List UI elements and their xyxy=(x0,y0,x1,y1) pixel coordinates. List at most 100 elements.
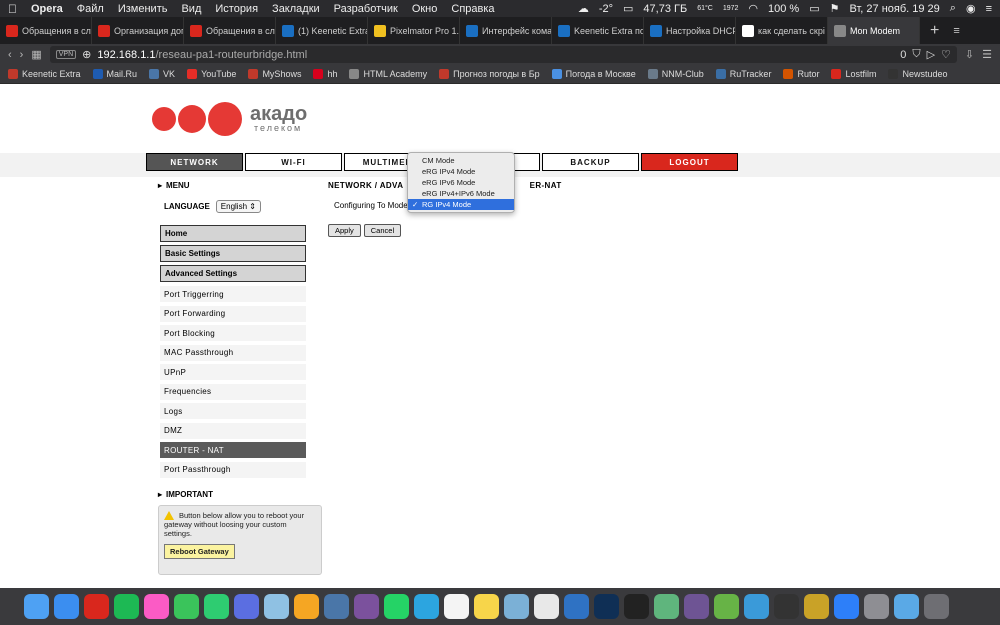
list-icon[interactable]: ≡ xyxy=(986,3,992,15)
wifi-icon[interactable]: ◠ xyxy=(748,2,758,15)
forward-icon[interactable]: › xyxy=(20,49,24,61)
download-icon[interactable]: ⇩ xyxy=(965,48,974,61)
nav-network[interactable]: NETWORK xyxy=(146,153,243,171)
vpn-badge[interactable]: VPN xyxy=(55,50,77,59)
menu-developer[interactable]: Разработчик xyxy=(334,3,398,15)
bookmark-item[interactable]: NNM-Club xyxy=(647,69,704,79)
weather-icon[interactable]: ☁ xyxy=(578,2,589,15)
menu-file[interactable]: Файл xyxy=(77,3,104,15)
textedit-icon[interactable] xyxy=(534,594,559,619)
nav-backup[interactable]: BACKUP xyxy=(542,153,639,171)
menu-help[interactable]: Справка xyxy=(451,3,494,15)
nav-logout[interactable]: LOGOUT xyxy=(641,153,738,171)
browser-tab[interactable]: Обращения в слу xyxy=(0,17,92,44)
settings-icon[interactable]: ☰ xyxy=(982,48,992,61)
launchpad-icon[interactable] xyxy=(234,594,259,619)
terminal-icon[interactable] xyxy=(624,594,649,619)
bookmark-item[interactable]: Keenetic Extra xyxy=(8,69,81,79)
keynote-icon[interactable] xyxy=(564,594,589,619)
send-icon[interactable]: ▷ xyxy=(927,48,935,61)
browser-tab[interactable]: Организация доп xyxy=(92,17,184,44)
flag-icon[interactable]: ⚑ xyxy=(830,2,840,15)
safari-icon[interactable] xyxy=(54,594,79,619)
facetime-icon[interactable] xyxy=(174,594,199,619)
finder-icon[interactable] xyxy=(24,594,49,619)
new-tab-icon[interactable]: + xyxy=(930,22,939,40)
browser-tab[interactable]: Keenetic Extra по xyxy=(552,17,644,44)
folder-icon[interactable] xyxy=(894,594,919,619)
bookmark-item[interactable]: Newstudeo xyxy=(888,69,948,79)
maps-icon[interactable] xyxy=(264,594,289,619)
bookmark-item[interactable]: YouTube xyxy=(187,69,236,79)
vk-icon[interactable] xyxy=(324,594,349,619)
browser-tab[interactable]: как сделать скрі xyxy=(736,17,828,44)
bookmark-item[interactable]: Погода в Москве xyxy=(551,69,636,79)
shield-icon[interactable]: ⛉ xyxy=(912,48,920,61)
bookmark-item[interactable]: Lostfilm xyxy=(831,69,876,79)
preview-icon[interactable] xyxy=(504,594,529,619)
sidebar-item[interactable]: Port Triggerring xyxy=(160,286,306,302)
battery-icon[interactable]: ▭ xyxy=(809,2,819,15)
bookmark-item[interactable]: HTML Academy xyxy=(349,69,427,79)
sidebar-item[interactable]: ROUTER - NAT xyxy=(160,442,306,458)
bookmark-item[interactable]: MyShows xyxy=(248,69,301,79)
sidebar-item[interactable]: DMZ xyxy=(160,422,306,439)
sidebar-basic-settings[interactable]: Basic Settings xyxy=(160,245,306,262)
menu-bookmarks[interactable]: Закладки xyxy=(272,3,320,15)
nav-wifi[interactable]: WI-FI xyxy=(245,153,342,171)
sidebar-home[interactable]: Home xyxy=(160,225,306,242)
trash-icon[interactable] xyxy=(924,594,949,619)
search-icon[interactable]: ⌕ xyxy=(950,2,956,15)
bookmark-item[interactable]: Прогноз погоды в Бр xyxy=(439,69,540,79)
language-select[interactable]: English ⇕ xyxy=(215,200,261,213)
utorrent-icon[interactable] xyxy=(714,594,739,619)
sidebar-item[interactable]: Port Forwarding xyxy=(160,305,306,322)
preferences-icon[interactable] xyxy=(864,594,889,619)
github-icon[interactable] xyxy=(684,594,709,619)
sidebar-item[interactable]: UPnP xyxy=(160,364,306,380)
disk-icon[interactable] xyxy=(804,594,829,619)
bookmark-item[interactable]: Mail.Ru xyxy=(92,69,137,79)
apple-icon[interactable]:  xyxy=(8,2,17,16)
browser-tab[interactable]: Обращения в слу xyxy=(184,17,276,44)
dropdown-option[interactable]: eRG IPv4 Mode xyxy=(408,166,514,177)
menu-view[interactable]: Вид xyxy=(181,3,201,15)
whatsapp-icon[interactable] xyxy=(384,594,409,619)
menu-window[interactable]: Окно xyxy=(412,3,438,15)
calendar-icon[interactable] xyxy=(444,594,469,619)
messages-icon[interactable] xyxy=(204,594,229,619)
bookmark-item[interactable]: hh xyxy=(313,69,337,79)
itunes-icon[interactable] xyxy=(144,594,169,619)
avatar[interactable]: ◉ xyxy=(966,2,976,15)
heart-icon[interactable]: ♡ xyxy=(941,48,951,61)
sidebar-item[interactable]: Port Blocking xyxy=(160,325,306,341)
url-field[interactable]: VPN ⊕ 192.168.1.1/reseau-pa1-routeurbrid… xyxy=(49,46,957,63)
bookmark-item[interactable]: Rutor xyxy=(783,69,819,79)
sidebar-item[interactable]: Frequencies xyxy=(160,383,306,400)
viber-icon[interactable] xyxy=(354,594,379,619)
browser-tab[interactable]: Mon Modem xyxy=(828,17,920,44)
atom-icon[interactable] xyxy=(654,594,679,619)
sidebar-item[interactable]: MAC Passthrough xyxy=(160,344,306,361)
photoshop-icon[interactable] xyxy=(594,594,619,619)
storage-icon[interactable]: ▭ xyxy=(623,2,633,15)
opera-icon[interactable] xyxy=(84,594,109,619)
photos-icon[interactable] xyxy=(294,594,319,619)
browser-tab[interactable]: Настройка DHCP xyxy=(644,17,736,44)
cancel-button[interactable]: Cancel xyxy=(363,224,402,237)
reboot-gateway-button[interactable]: Reboot Gateway xyxy=(164,543,235,560)
activity-icon[interactable] xyxy=(774,594,799,619)
spotify-icon[interactable] xyxy=(114,594,139,619)
browser-tab[interactable]: Интерфейс кома xyxy=(460,17,552,44)
dropdown-option[interactable]: eRG IPv6 Mode xyxy=(408,177,514,188)
sidebar-item[interactable]: Logs xyxy=(160,403,306,419)
files-icon[interactable] xyxy=(744,594,769,619)
appstore-icon[interactable] xyxy=(834,594,859,619)
tabs-grid-icon[interactable]: ▦ xyxy=(31,48,41,61)
apply-button[interactable]: Apply xyxy=(328,224,361,237)
datetime[interactable]: Вт, 27 нояб. 19 29 xyxy=(850,3,940,15)
bookmark-item[interactable]: RuTracker xyxy=(715,69,771,79)
menu-edit[interactable]: Изменить xyxy=(118,3,168,15)
notes-icon[interactable] xyxy=(474,594,499,619)
sidebar-advanced-settings[interactable]: Advanced Settings xyxy=(160,265,306,282)
